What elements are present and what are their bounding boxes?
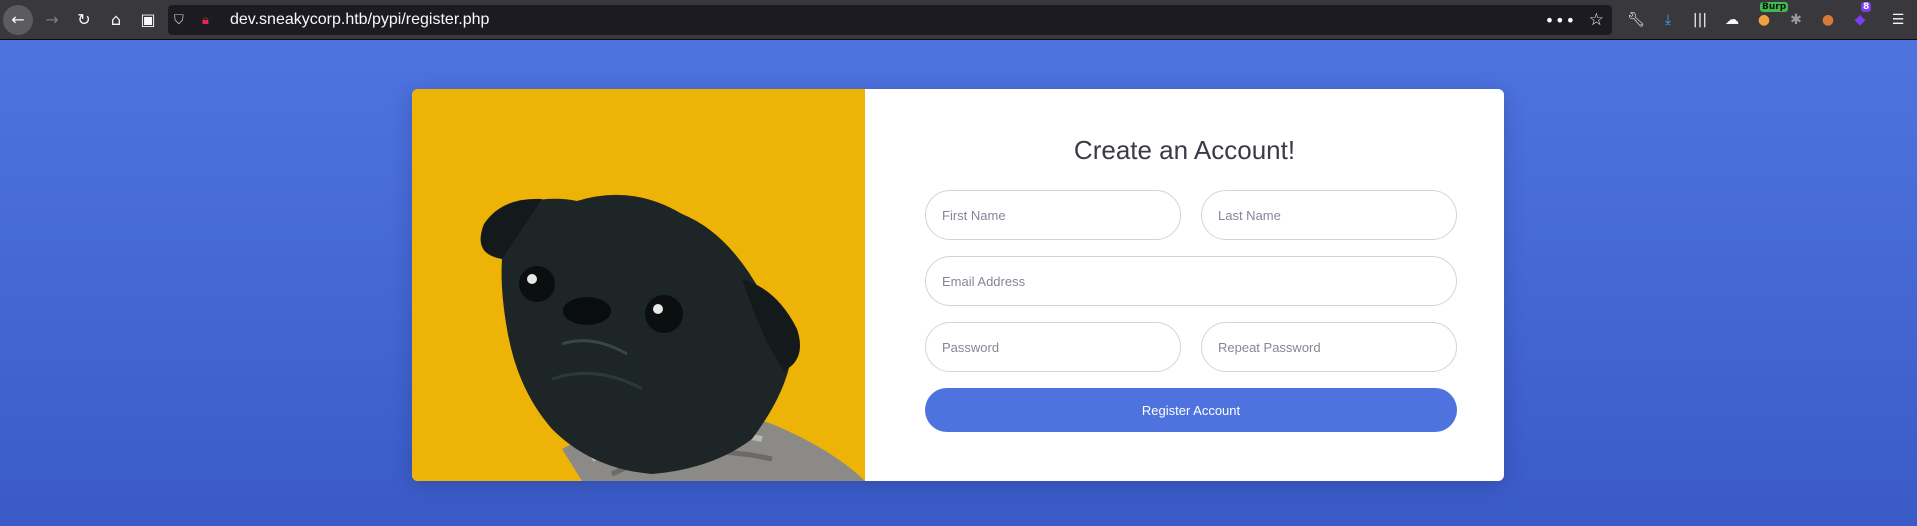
back-arrow-icon: ←	[11, 10, 25, 29]
pug-image	[412, 89, 865, 481]
burp-extension-icon[interactable]: ● Burp	[1748, 2, 1789, 36]
url-bar[interactable]: ⛉ 🔒︎ dev.sneakycorp.htb/pypi/register.ph…	[168, 5, 1612, 35]
reload-icon: ↻	[77, 10, 91, 29]
password-input[interactable]	[925, 322, 1181, 372]
extension-icon[interactable]: ☁	[1716, 4, 1748, 36]
reload-button[interactable]: ↻	[68, 4, 100, 36]
home-icon: ⌂	[110, 10, 122, 29]
register-form: Create an Account! Register Account	[865, 89, 1504, 481]
register-card: Create an Account! Register Account	[412, 89, 1504, 481]
forward-button[interactable]: →	[36, 4, 68, 36]
library-icon[interactable]: |||	[1684, 4, 1716, 36]
extension-count-badge: 8	[1861, 2, 1872, 12]
shield-icon[interactable]: ⛉	[174, 13, 194, 28]
toolbar-right-icons: 🔧︎ ⤓ ||| ☁ ● Burp ✱ ● ◆ 8 ☰	[1620, 2, 1914, 36]
tools-icon[interactable]: 🔧︎	[1620, 4, 1652, 36]
back-button[interactable]: ←	[3, 4, 33, 35]
cookie-extension-icon[interactable]: ●	[1812, 4, 1844, 36]
purple-extension-icon[interactable]: ◆ 8	[1844, 2, 1876, 36]
repeat-password-input[interactable]	[1201, 322, 1457, 372]
browser-toolbar: ← → ↻ ⌂ ▣ ⛉ 🔒︎ dev.sneakycorp.htb/pypi/r…	[0, 0, 1917, 40]
menu-icon[interactable]: ☰	[1882, 4, 1914, 36]
reader-icon: ▣	[140, 10, 156, 29]
reader-button[interactable]: ▣	[132, 4, 164, 36]
email-input[interactable]	[925, 256, 1457, 306]
forward-arrow-icon: →	[45, 10, 59, 29]
page-title: Create an Account!	[1073, 135, 1296, 165]
insecure-lock-icon[interactable]: 🔒︎	[202, 13, 222, 28]
bookmark-star-icon[interactable]: ☆	[1589, 10, 1604, 30]
register-account-button[interactable]: Register Account	[925, 388, 1457, 432]
last-name-input[interactable]	[1201, 190, 1457, 240]
home-button[interactable]: ⌂	[100, 4, 132, 36]
first-name-input[interactable]	[925, 190, 1181, 240]
url-text[interactable]: dev.sneakycorp.htb/pypi/register.php	[230, 11, 489, 29]
download-icon[interactable]: ⤓	[1652, 4, 1684, 36]
burp-badge: Burp	[1760, 2, 1789, 12]
page-actions-icon[interactable]: •••	[1545, 11, 1576, 30]
